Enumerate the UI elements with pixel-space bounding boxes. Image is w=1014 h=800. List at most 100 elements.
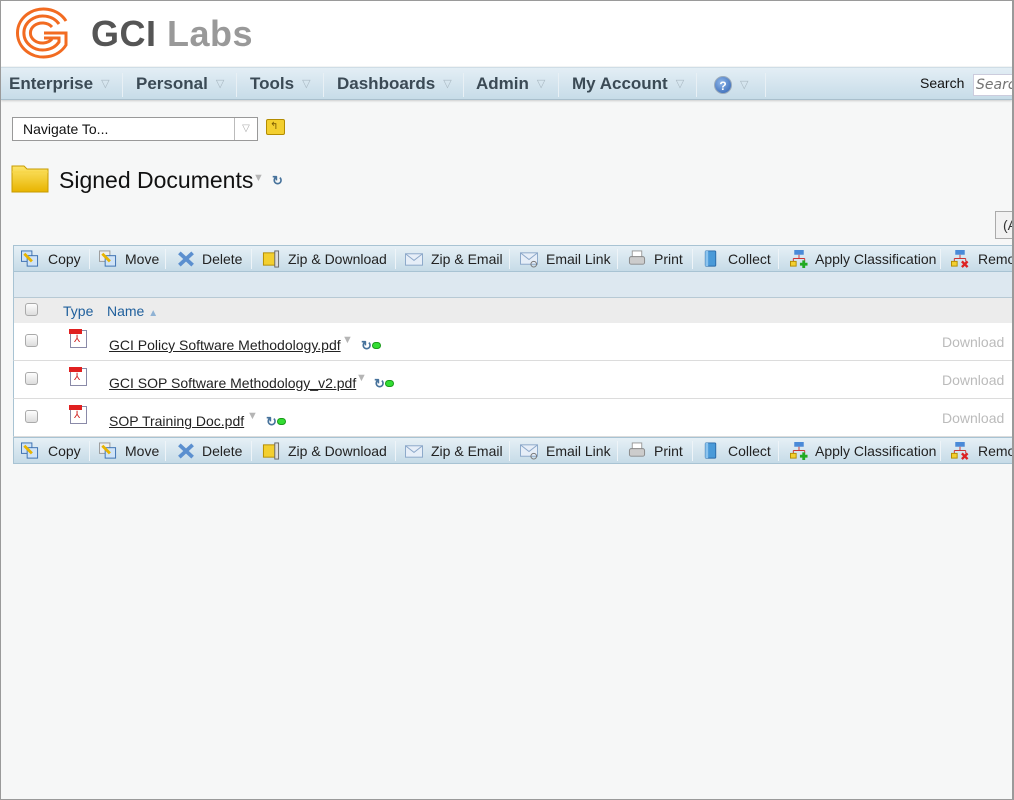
main-nav: Enterprise ▽ Personal ▽ Tools ▽ Dashboards ▽… xyxy=(1,67,1012,100)
toolbar-divider xyxy=(165,441,166,461)
select-all-checkbox[interactable] xyxy=(25,303,38,316)
chevron-down-icon: ▽ xyxy=(443,78,452,90)
divider xyxy=(323,73,324,97)
zip-email-button[interactable]: Zip & Email xyxy=(404,246,529,271)
nav-label: Enterprise xyxy=(9,74,94,93)
toolbar-divider xyxy=(89,441,90,461)
chevron-down-icon[interactable]: ▽ xyxy=(234,118,257,140)
move-button[interactable]: Move xyxy=(98,438,167,463)
delete-button[interactable]: Delete xyxy=(176,246,260,271)
button-label: Apply Classification xyxy=(815,443,937,459)
row-checkbox[interactable] xyxy=(25,410,38,423)
column-name[interactable]: Name ▲ xyxy=(107,303,158,319)
button-label: Print xyxy=(654,251,683,267)
delete-button[interactable]: Delete xyxy=(176,438,260,463)
zip-email-button[interactable]: Zip & Email xyxy=(404,438,529,463)
remov-button[interactable]: Remov xyxy=(950,438,1012,463)
table-row[interactable]: ⅄ SOP Training Doc.pdf ▼ ↻ Download xyxy=(13,399,1012,437)
remove-classification-icon xyxy=(951,442,969,460)
divider xyxy=(765,73,766,97)
search-input[interactable] xyxy=(973,74,1012,96)
divider xyxy=(696,73,697,97)
toolbar-divider xyxy=(778,249,779,269)
toolbar-divider xyxy=(778,441,779,461)
remov-button[interactable]: Remov xyxy=(950,246,1012,271)
pdf-icon: ⅄ xyxy=(69,367,87,386)
move-button[interactable]: Move xyxy=(98,246,167,271)
brand-labs: Labs xyxy=(167,13,254,54)
nav-label: My Account xyxy=(572,74,668,93)
table-row[interactable]: ⅄ GCI SOP Software Methodology_v2.pdf ▼ … xyxy=(13,361,1012,399)
status-green-icon xyxy=(276,418,286,425)
file-link[interactable]: SOP Training Doc.pdf xyxy=(109,413,244,429)
page-title: Signed Documents xyxy=(59,167,254,193)
download-link[interactable]: Download xyxy=(942,372,1004,388)
nav-tools[interactable]: Tools ▽ xyxy=(250,74,311,94)
toolbar-divider xyxy=(251,249,252,269)
collect-button[interactable]: Collect xyxy=(701,246,794,271)
toolbar-divider xyxy=(940,249,941,269)
zip-download-button[interactable]: Zip & Download xyxy=(261,438,410,463)
email-link-button[interactable]: Email Link xyxy=(519,246,636,271)
pdf-icon: ⅄ xyxy=(69,329,87,348)
zip-download-button[interactable]: Zip & Download xyxy=(261,246,410,271)
button-label: Zip & Email xyxy=(431,251,503,267)
button-label: Email Link xyxy=(546,251,611,267)
nav-dashboards[interactable]: Dashboards ▽ xyxy=(337,74,452,94)
divider xyxy=(558,73,559,97)
chevron-down-icon: ▽ xyxy=(302,78,311,90)
navigate-to-select[interactable]: Navigate To... ▽ xyxy=(12,117,258,141)
chevron-down-icon: ▽ xyxy=(101,78,110,90)
chevron-down-icon[interactable]: ▼ xyxy=(247,410,258,422)
row-checkbox[interactable] xyxy=(25,372,38,385)
brand-gci: GCI xyxy=(91,13,157,54)
zip-download-icon xyxy=(262,250,280,268)
gci-logo xyxy=(16,7,68,59)
button-label: Email Link xyxy=(546,443,611,459)
move-icon xyxy=(99,250,117,267)
partial-button[interactable]: (A xyxy=(995,211,1012,239)
search-label: Search xyxy=(920,75,965,91)
copy-button[interactable]: Copy xyxy=(20,246,90,271)
zip-email-icon xyxy=(405,253,423,266)
download-link[interactable]: Download xyxy=(942,410,1004,426)
move-icon xyxy=(99,442,117,459)
parent-folder-icon[interactable]: ↰ xyxy=(266,119,285,135)
row-checkbox[interactable] xyxy=(25,334,38,347)
button-label: Zip & Download xyxy=(288,251,387,267)
file-link[interactable]: GCI Policy Software Methodology.pdf xyxy=(109,337,341,353)
sort-asc-icon: ▲ xyxy=(148,308,159,319)
email-link-icon xyxy=(520,252,538,268)
download-link[interactable]: Download xyxy=(942,334,1004,350)
nav-enterprise[interactable]: Enterprise ▽ xyxy=(9,74,110,94)
chevron-down-icon: ▽ xyxy=(675,78,685,90)
toolbar-divider xyxy=(692,441,693,461)
toolbar-divider xyxy=(251,441,252,461)
remove-classification-icon xyxy=(951,250,969,268)
help-icon: ? xyxy=(714,76,732,94)
nav-my-account[interactable]: My Account ▽ xyxy=(572,74,684,94)
file-link[interactable]: GCI SOP Software Methodology_v2.pdf xyxy=(109,375,356,391)
app-window: GCI Labs Enterprise ▽ Personal ▽ Tools ▽ Da… xyxy=(0,0,1014,800)
refresh-icon: ↻ xyxy=(361,338,372,353)
nav-personal[interactable]: Personal ▽ xyxy=(136,74,224,94)
copy-button[interactable]: Copy xyxy=(20,438,90,463)
status-icons: ↻ xyxy=(266,413,286,431)
button-label: Delete xyxy=(202,443,243,459)
nav-admin[interactable]: Admin ▽ xyxy=(476,74,545,94)
table-header: Type Name ▲ xyxy=(13,298,1012,323)
divider xyxy=(236,73,237,97)
chevron-down-icon[interactable]: ▼ xyxy=(342,334,353,346)
folder-menu-chevron-icon[interactable]: ▼ xyxy=(253,172,264,184)
toolbar-divider xyxy=(509,441,510,461)
nav-label: Admin xyxy=(476,74,529,93)
nav-help[interactable]: ? ▽ xyxy=(714,75,748,95)
table-row[interactable]: ⅄ GCI Policy Software Methodology.pdf ▼ … xyxy=(13,323,1012,361)
print-icon xyxy=(628,442,646,457)
folder-icon xyxy=(11,165,49,193)
email-link-button[interactable]: Email Link xyxy=(519,438,636,463)
chevron-down-icon[interactable]: ▼ xyxy=(356,372,367,384)
column-type[interactable]: Type xyxy=(63,303,93,319)
refresh-icon[interactable]: ↻ xyxy=(272,173,283,189)
collect-button[interactable]: Collect xyxy=(701,438,794,463)
